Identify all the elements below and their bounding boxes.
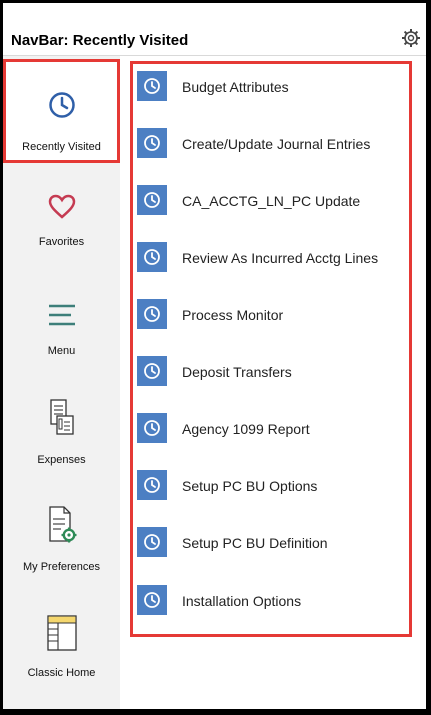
recently-visited-list: Budget Attributes Create/Update Journal … (130, 61, 412, 637)
list-item-label[interactable]: Budget Attributes (182, 79, 289, 95)
list-item[interactable]: Process Monitor (137, 299, 407, 335)
sidebar-item-menu[interactable]: Menu (3, 271, 120, 375)
navbar-header: NavBar: Recently Visited (3, 3, 426, 56)
list-item[interactable]: Setup PC BU Definition (137, 527, 407, 563)
heart-icon (48, 194, 75, 219)
sidebar-item-classic-home[interactable]: Classic Home (3, 591, 120, 695)
list-item-label[interactable]: Create/Update Journal Entries (182, 136, 370, 152)
expenses-icon (49, 399, 74, 435)
menu-icon (48, 304, 75, 326)
clock-icon (137, 299, 167, 329)
navbar-sidebar: Recently Visited Favorites Menu Expenses… (3, 56, 120, 709)
list-item-label[interactable]: Setup PC BU Definition (182, 535, 328, 551)
clock-icon (137, 470, 167, 500)
sidebar-item-expenses[interactable]: Expenses (3, 374, 120, 478)
navbar-panel: NavBar: Recently Visited Recently Visite… (3, 3, 426, 709)
sidebar-item-favorites[interactable]: Favorites (3, 166, 120, 270)
sidebar-item-recently-visited[interactable]: Recently Visited (3, 59, 120, 163)
clock-icon (137, 585, 167, 615)
sidebar-item-my-preferences[interactable]: My Preferences (3, 481, 120, 585)
clock-icon (137, 128, 167, 158)
list-item[interactable]: Setup PC BU Options (137, 470, 407, 506)
page-title: NavBar: Recently Visited (11, 32, 189, 49)
clock-icon (137, 71, 167, 101)
sidebar-item-label: Favorites (38, 236, 85, 248)
sidebar-item-label: Recently Visited (22, 141, 101, 153)
sidebar-item-label: Classic Home (27, 667, 96, 679)
gear-icon[interactable] (401, 28, 421, 48)
clock-icon (137, 356, 167, 386)
list-item-label[interactable]: Setup PC BU Options (182, 478, 317, 494)
list-item-label[interactable]: Review As Incurred Acctg Lines (182, 250, 378, 266)
list-item-label[interactable]: Deposit Transfers (182, 364, 292, 380)
list-item[interactable]: Budget Attributes (137, 71, 407, 107)
clock-icon (137, 185, 167, 215)
preferences-icon (48, 506, 76, 543)
list-item[interactable]: Installation Options (137, 585, 407, 621)
list-item[interactable]: Deposit Transfers (137, 356, 407, 392)
list-item-label[interactable]: Installation Options (182, 593, 301, 609)
sidebar-item-label: My Preferences (22, 561, 101, 573)
list-item[interactable]: CA_ACCTG_LN_PC Update (137, 185, 407, 221)
clock-icon (137, 527, 167, 557)
list-item-label[interactable]: CA_ACCTG_LN_PC Update (182, 193, 360, 209)
clock-icon (137, 413, 167, 443)
clock-icon (48, 92, 75, 118)
classic-home-icon (46, 615, 77, 651)
sidebar-item-label: Expenses (37, 454, 86, 466)
list-item-label[interactable]: Agency 1099 Report (182, 421, 310, 437)
list-item[interactable]: Create/Update Journal Entries (137, 128, 407, 164)
list-item-label[interactable]: Process Monitor (182, 307, 283, 323)
list-item[interactable]: Review As Incurred Acctg Lines (137, 242, 407, 278)
sidebar-item-label: Menu (47, 345, 76, 357)
clock-icon (137, 242, 167, 272)
list-item[interactable]: Agency 1099 Report (137, 413, 407, 449)
